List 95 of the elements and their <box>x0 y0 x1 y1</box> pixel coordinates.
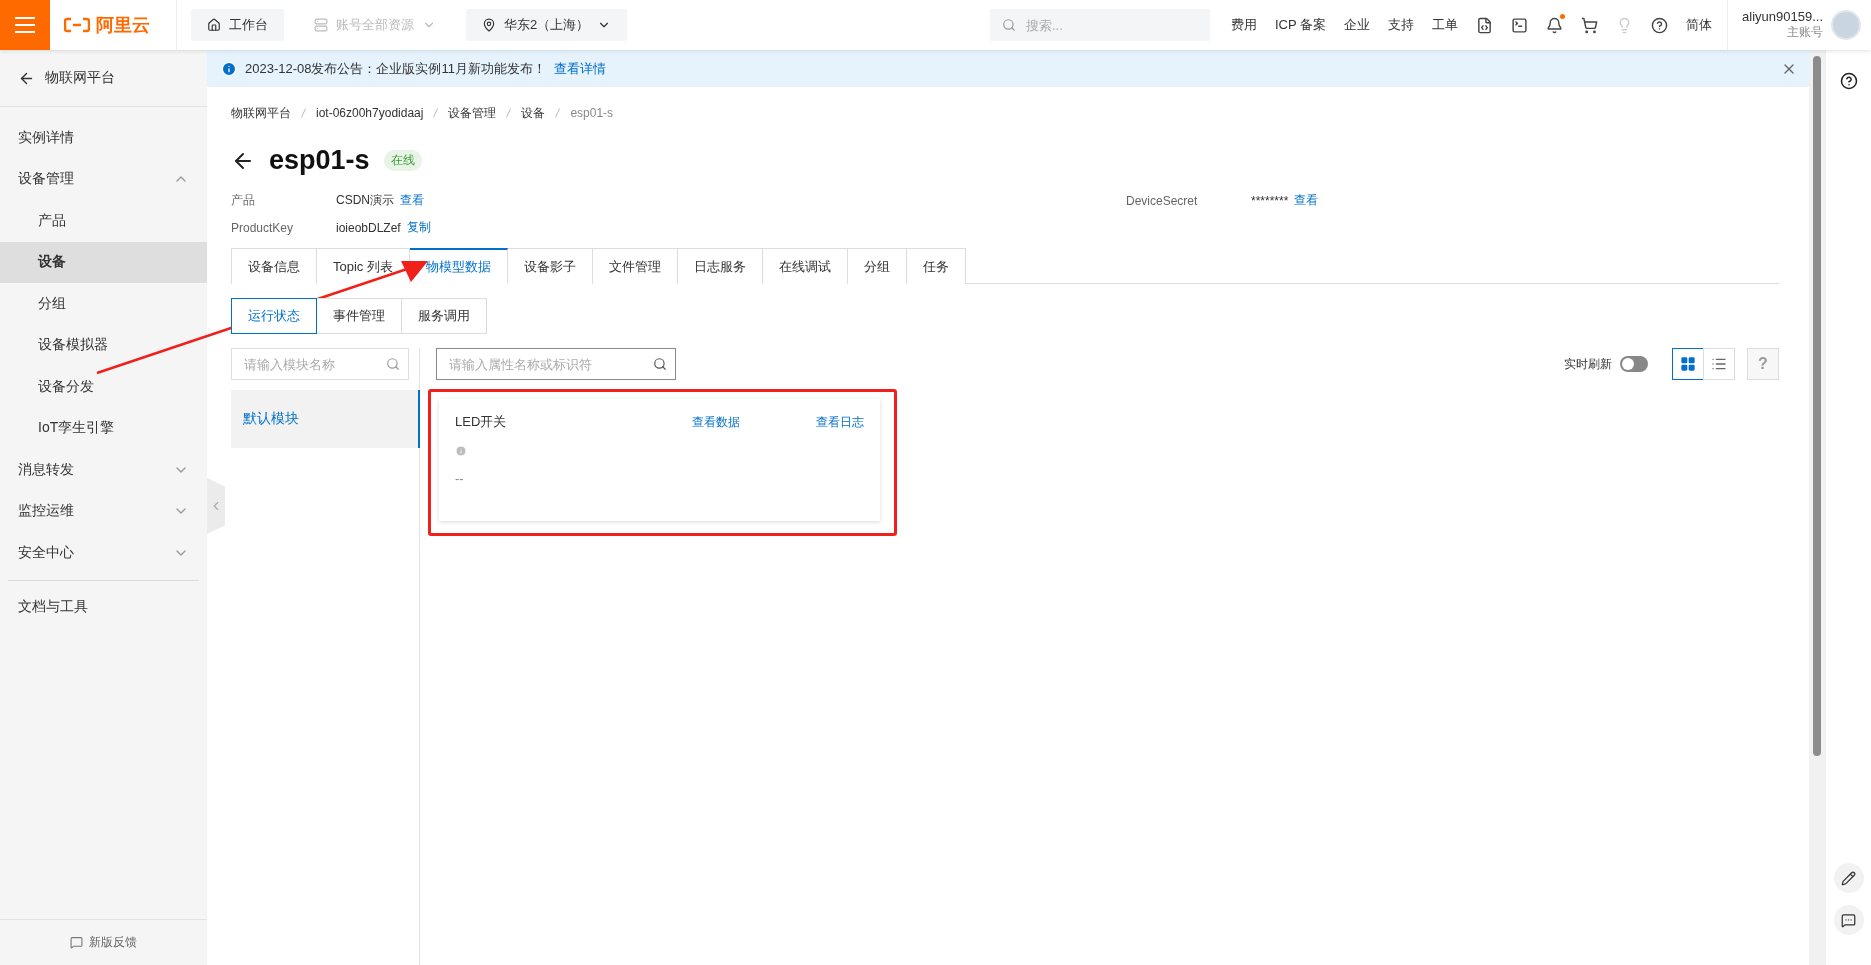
status-tag: 在线 <box>383 150 422 171</box>
region-dropdown[interactable]: 华东2（上海） <box>466 9 628 41</box>
grid-view-button[interactable] <box>1672 348 1704 380</box>
property-search-field[interactable]: 请输入属性名称或标识符 <box>436 348 676 380</box>
cart-icon <box>1581 16 1599 34</box>
sidebar-title: 物联网平台 <box>45 69 115 87</box>
top-nav-link[interactable]: 工单 <box>1423 16 1468 34</box>
tab[interactable]: 在线调试 <box>762 248 848 284</box>
info-value: CSDN演示 <box>336 192 394 209</box>
menu-button[interactable] <box>0 0 50 50</box>
search-icon <box>386 357 400 371</box>
tab[interactable]: 设备影子 <box>507 248 593 284</box>
current-page-label[interactable]: esp01-s <box>570 106 614 120</box>
sidebar-item[interactable]: 分组 <box>0 283 207 325</box>
breadcrumb-item[interactable]: 物联网平台 <box>231 104 291 122</box>
logo-icon <box>64 17 90 33</box>
slash-separator-icon <box>555 108 561 118</box>
pencil-icon <box>1841 870 1856 886</box>
top-nav-link[interactable]: ICP 备案 <box>1266 16 1336 34</box>
bell-icon <box>1546 16 1564 34</box>
info-icon <box>455 445 467 457</box>
sidebar-item[interactable]: 设备 <box>0 241 207 283</box>
property-name: LED开关 <box>455 413 508 431</box>
property-value: -- <box>455 471 465 486</box>
tab[interactable]: Topic 列表 <box>317 248 410 284</box>
account-role: 主账号 <box>1787 24 1823 41</box>
module-item[interactable]: 默认模块 <box>231 390 420 448</box>
grid-icon <box>1680 356 1696 372</box>
sub-tab[interactable]: 事件管理 <box>316 298 402 334</box>
realtime-toggle[interactable] <box>1620 356 1648 372</box>
notification-dot <box>1560 14 1566 19</box>
home-icon <box>207 18 221 32</box>
slash-separator-icon <box>301 108 306 118</box>
sidebar-item[interactable]: 设备模拟器 <box>0 324 207 366</box>
device-name: esp01-s <box>269 145 370 176</box>
help-icon <box>1839 72 1858 90</box>
sidebar-group[interactable]: 监控运维 <box>0 490 207 532</box>
announcement-text: 2023-12-08发布公告：企业版实例11月新功能发布！ <box>245 59 546 78</box>
tab[interactable]: 设备信息 <box>231 248 317 284</box>
user-name[interactable]: aliyun90159... <box>1742 9 1823 24</box>
info-action-link[interactable]: 复制 <box>406 219 431 236</box>
breadcrumb-item[interactable]: iot-06z00h7yodidaaj <box>316 106 424 120</box>
breadcrumb-item[interactable]: 设备 <box>521 104 546 122</box>
chat-button[interactable] <box>1833 905 1864 935</box>
sidebar-item[interactable]: 实例详情 <box>0 117 207 159</box>
sub-tab[interactable]: 运行状态 <box>231 298 317 334</box>
tab[interactable]: 日志服务 <box>677 248 763 284</box>
tab[interactable]: 任务 <box>906 248 966 284</box>
realtime-refresh-label: 实时刷新 <box>1564 355 1612 373</box>
slash-separator-icon <box>506 108 512 118</box>
sidebar-group[interactable]: 消息转发 <box>0 449 207 491</box>
chat-icon <box>1841 912 1856 928</box>
sidebar-group[interactable]: 安全中心 <box>0 532 207 574</box>
map-pin-icon <box>482 18 496 32</box>
workbench-button[interactable]: 工作台 <box>191 9 284 41</box>
sidebar-item[interactable]: 产品 <box>0 200 207 242</box>
tab[interactable]: 分组 <box>847 248 907 284</box>
info-action-link[interactable]: 查看 <box>400 192 424 209</box>
sidebar-group[interactable]: 设备管理 <box>0 158 207 200</box>
scrollbar-thumb[interactable] <box>1813 56 1821 756</box>
search-input[interactable]: 搜索... <box>1024 9 1198 41</box>
info-value: ******** <box>1251 193 1289 208</box>
message-icon <box>70 936 83 949</box>
top-nav-link[interactable]: 企业 <box>1335 16 1380 34</box>
search-icon <box>653 357 667 371</box>
view-data-link[interactable]: 查看数据 <box>691 413 740 431</box>
server-icon <box>314 18 328 32</box>
tab[interactable]: 文件管理 <box>592 248 678 284</box>
info-icon <box>221 60 237 77</box>
info-label: 产品 <box>231 192 256 209</box>
announcement-link[interactable]: 查看详情 <box>554 59 606 78</box>
info-label: ProductKey <box>231 220 295 235</box>
language-menu[interactable]: 简体 <box>1677 16 1722 34</box>
sub-tab[interactable]: 服务调用 <box>401 298 487 334</box>
list-view-button[interactable] <box>1703 348 1735 380</box>
edit-button[interactable] <box>1833 863 1864 893</box>
help-icon <box>1651 16 1669 34</box>
slash-separator-icon <box>433 108 439 118</box>
info-label: DeviceSecret <box>1126 193 1199 208</box>
feedback-link[interactable]: 新版反馈 <box>0 919 207 965</box>
search-field[interactable]: 搜索... <box>990 9 1210 41</box>
list-icon <box>1711 356 1727 372</box>
module-search-field[interactable]: 请输入模块名称 <box>231 348 409 380</box>
sidebar-item[interactable]: 设备分发 <box>0 366 207 408</box>
sidebar-item[interactable]: 文档与工具 <box>0 586 207 628</box>
info-value: ioieobDLZef <box>336 220 401 235</box>
search-icon <box>1002 18 1016 32</box>
breadcrumb-item[interactable]: 设备管理 <box>448 104 497 122</box>
top-nav-link[interactable]: 费用 <box>1222 16 1266 34</box>
top-nav-link[interactable]: 支持 <box>1379 16 1424 34</box>
info-action-link[interactable]: 查看 <box>1294 192 1319 209</box>
tab[interactable]: 物模型数据 <box>409 248 508 284</box>
view-log-link[interactable]: 查看日志 <box>816 413 864 431</box>
code-file-icon <box>1476 16 1494 34</box>
sidebar-item[interactable]: IoT孪生引擎 <box>0 407 207 449</box>
